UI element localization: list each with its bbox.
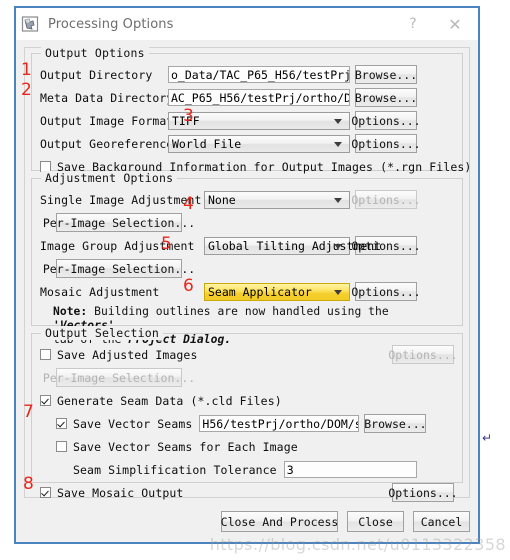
save-vector-seams-each-image-row: Save Vector Seams for Each Image — [40, 436, 454, 457]
save-adjusted-images-options-button[interactable]: Options... — [388, 345, 458, 364]
close-icon[interactable]: ✕ — [436, 8, 474, 40]
chevron-down-icon — [334, 197, 342, 203]
save-adjusted-images-row: Save Adjusted Images Options... — [40, 344, 458, 365]
per-image-selection-1-row: Per-Image Selection... — [40, 212, 454, 233]
save-vector-seams-each-image-label: Save Vector Seams for Each Image — [73, 439, 298, 454]
group-output-options: Output Options Output Directory o_Data/T… — [31, 46, 471, 174]
dialog-footer: Close And Process Close Cancel — [24, 511, 470, 532]
per-image-selection-1-button[interactable]: Per-Image Selection... — [43, 213, 195, 232]
checkbox-box — [40, 349, 51, 360]
save-adjusted-images-label: Save Adjusted Images — [57, 347, 198, 362]
save-mosaic-output-checkbox[interactable]: Save Mosaic Output — [40, 486, 183, 500]
meta-data-directory-input[interactable]: AC_P65_H56/testPrj/ortho/DOM/meta — [168, 89, 350, 106]
output-georeference-format-row: Output Georeference Format World File Op… — [40, 133, 454, 154]
save-vector-seams-input[interactable]: H56/testPrj/ortho/DOM/seam2.dxf — [199, 415, 360, 432]
output-image-format-value: TIFF — [172, 113, 200, 128]
pilcrow-mark: ↵ — [481, 431, 492, 445]
output-georeference-format-label: Output Georeference Format — [40, 136, 223, 151]
group-adjustment-options-legend: Adjustment Options — [41, 171, 178, 185]
save-vector-seams-each-image-checkbox[interactable]: Save Vector Seams for Each Image — [56, 440, 298, 454]
mosaic-puzzle-icon — [21, 15, 39, 33]
mosaic-adjustment-combo[interactable]: Seam Applicator — [204, 282, 350, 301]
mosaic-adjustment-value: Seam Applicator — [208, 284, 312, 299]
save-adjusted-images-checkbox[interactable]: Save Adjusted Images — [40, 348, 197, 362]
output-directory-input[interactable]: o_Data/TAC_P65_H56/testPrj/ortho/DOM — [168, 66, 350, 83]
output-image-format-label: Output Image Format — [40, 113, 174, 128]
generate-seam-data-label: Generate Seam Data (*.cld Files) — [57, 393, 282, 408]
single-image-adjustment-combo[interactable]: None — [204, 190, 350, 209]
close-and-process-button[interactable]: Close And Process — [221, 511, 338, 532]
processing-options-dialog: Processing Options ? ✕ Output Options Ou… — [14, 6, 480, 544]
image-group-adjustment-value: Global Tilting Adjustment — [208, 238, 382, 253]
save-mosaic-output-options-button[interactable]: Options... — [388, 483, 458, 502]
per-image-selection-3-row: Per-Image Selection... — [40, 367, 454, 388]
note-text-1: Building outlines are now handled using … — [87, 305, 389, 318]
seam-simplification-tolerance-label: Seam Simplification Tolerance — [73, 462, 277, 477]
note-prefix: Note: — [53, 305, 88, 318]
checkbox-box — [56, 418, 67, 429]
per-image-selection-3-button[interactable]: Per-Image Selection... — [43, 368, 195, 387]
help-button[interactable]: ? — [394, 8, 432, 40]
save-mosaic-output-row: Save Mosaic Output Options... — [40, 482, 458, 503]
seam-simplification-tolerance-input[interactable]: 3 — [283, 461, 417, 478]
output-directory-label: Output Directory — [40, 67, 153, 82]
meta-data-directory-browse-button[interactable]: Browse... — [355, 88, 417, 107]
output-image-format-combo[interactable]: TIFF — [168, 111, 350, 130]
title-bar: Processing Options ? ✕ — [16, 8, 478, 40]
mosaic-adjustment-options-button[interactable]: Options... — [351, 282, 421, 301]
window-title: Processing Options — [48, 16, 174, 32]
output-directory-browse-button[interactable]: Browse... — [355, 65, 417, 84]
output-directory-row: Output Directory o_Data/TAC_P65_H56/test… — [40, 64, 454, 85]
watermark: https://blog.csdn.net/u0113322358 — [209, 535, 506, 554]
chevron-down-icon — [334, 118, 342, 124]
group-output-selection: Output Selection Save Adjusted Images Op… — [31, 326, 463, 502]
save-vector-seams-row: Save Vector Seams H56/testPrj/ortho/DOM/… — [40, 413, 454, 434]
output-georeference-format-value: World File — [172, 136, 242, 151]
checkbox-box — [56, 441, 67, 452]
generate-seam-data-row: Generate Seam Data (*.cld Files) — [40, 390, 454, 411]
chevron-down-icon — [334, 289, 342, 295]
checkbox-box — [40, 395, 51, 406]
close-button[interactable]: Close — [347, 511, 404, 532]
dialog-body: Output Options Output Directory o_Data/T… — [16, 40, 478, 542]
generate-seam-data-checkbox[interactable]: Generate Seam Data (*.cld Files) — [40, 394, 282, 408]
meta-data-directory-row: Meta Data Directory AC_P65_H56/testPrj/o… — [40, 87, 454, 108]
image-group-adjustment-combo[interactable]: Global Tilting Adjustment — [204, 236, 381, 255]
save-mosaic-output-label: Save Mosaic Output — [57, 485, 184, 500]
per-image-selection-2-button[interactable]: Per-Image Selection... — [43, 259, 195, 278]
checkbox-box — [40, 487, 51, 498]
image-group-adjustment-label: Image Group Adjustment — [40, 238, 195, 253]
save-vector-seams-label: Save Vector Seams — [73, 416, 193, 431]
group-adjustment-options: Adjustment Options Single Image Adjustme… — [31, 171, 463, 346]
meta-data-directory-label: Meta Data Directory — [40, 90, 174, 105]
per-image-selection-2-row: Per-Image Selection... — [40, 258, 454, 279]
output-georeference-format-combo[interactable]: World File — [168, 134, 350, 153]
single-image-adjustment-value: None — [208, 192, 236, 207]
single-image-adjustment-row: Single Image Adjustment None Options... — [40, 189, 454, 210]
cancel-button[interactable]: Cancel — [413, 511, 470, 532]
mosaic-adjustment-row: Mosaic Adjustment Seam Applicator Option… — [40, 281, 454, 302]
single-image-adjustment-label: Single Image Adjustment — [40, 192, 202, 207]
seam-simplification-tolerance-row: Seam Simplification Tolerance 3 — [40, 459, 454, 480]
output-image-format-row: Output Image Format TIFF Options... — [40, 110, 454, 131]
single-image-adjustment-options-button[interactable]: Options... — [351, 190, 421, 209]
group-output-options-legend: Output Options — [41, 46, 149, 60]
output-image-format-options-button[interactable]: Options... — [351, 111, 421, 130]
output-georeference-format-options-button[interactable]: Options... — [351, 134, 421, 153]
group-output-selection-legend: Output Selection — [41, 326, 163, 340]
save-vector-seams-checkbox[interactable]: Save Vector Seams — [56, 417, 192, 431]
save-vector-seams-browse-button[interactable]: Browse... — [364, 414, 427, 433]
chevron-down-icon — [334, 141, 342, 147]
mosaic-adjustment-label: Mosaic Adjustment — [40, 284, 160, 299]
inner-frame: Output Options Output Directory o_Data/T… — [24, 46, 471, 502]
image-group-adjustment-row: Image Group Adjustment Global Tilting Ad… — [40, 235, 454, 256]
chevron-down-icon — [334, 243, 342, 249]
